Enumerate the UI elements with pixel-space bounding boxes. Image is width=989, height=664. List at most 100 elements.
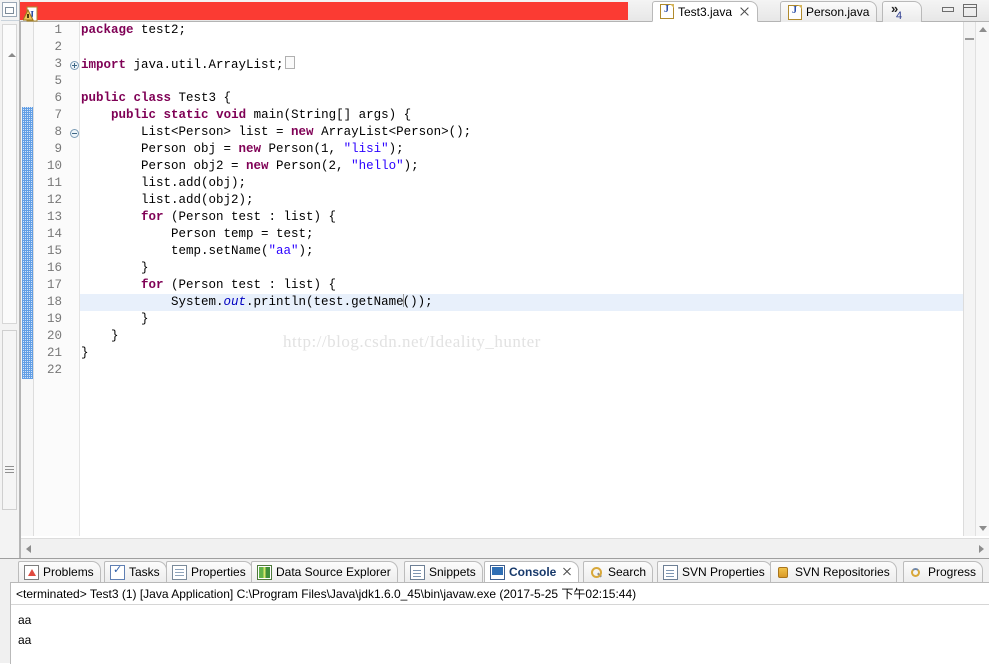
tab-console[interactable]: Console xyxy=(484,561,580,582)
collapsed-region-box[interactable] xyxy=(284,56,295,69)
line-number: 15 xyxy=(46,244,62,258)
editor-horizontal-scrollbar[interactable] xyxy=(21,538,989,558)
data-source-icon xyxy=(257,564,272,580)
line-number: 10 xyxy=(46,159,62,173)
text-cursor xyxy=(402,294,404,307)
code-line: List<Person> list = new ArrayList<Person… xyxy=(81,125,472,139)
editor-tab-strip: J Test3.java Person.java » 4 xyxy=(20,0,989,22)
source-editor[interactable]: 1 2 3 5 6 7 8 9 10 11 12 13 14 15 16 17 18 19 20 21 22 packa… xyxy=(20,22,989,558)
line-number: 18 xyxy=(46,295,62,309)
line-number: 3 xyxy=(54,57,62,71)
close-icon[interactable] xyxy=(562,567,572,577)
line-number: 13 xyxy=(46,210,62,224)
marker-annotation-column[interactable] xyxy=(21,22,34,536)
scroll-up-icon[interactable] xyxy=(8,53,16,57)
scroll-down-icon[interactable] xyxy=(979,526,987,531)
bottom-view-stack: Problems Tasks Properties Data Source Ex… xyxy=(0,558,989,664)
change-ruler-bar xyxy=(22,107,33,379)
line-number: 5 xyxy=(54,74,62,88)
console-divider xyxy=(11,604,989,605)
code-line: Person obj = new Person(1, "lisi"); xyxy=(81,142,404,156)
maximize-icon[interactable] xyxy=(963,4,977,17)
line-number: 7 xyxy=(54,108,62,122)
overview-ruler[interactable] xyxy=(963,22,975,536)
tab-label: Search xyxy=(608,565,647,579)
code-line: Person temp = test; xyxy=(81,227,314,241)
line-number: 8 xyxy=(54,125,62,139)
fold-expand-icon[interactable] xyxy=(70,61,79,70)
code-line: list.add(obj); xyxy=(81,176,247,190)
line-number: 11 xyxy=(46,176,62,190)
left-minimized-view-bar xyxy=(0,0,20,558)
line-number: 12 xyxy=(46,193,62,207)
svn-properties-icon xyxy=(663,564,678,580)
tab-progress[interactable]: Progress xyxy=(903,561,984,582)
folding-ruler[interactable] xyxy=(68,22,80,536)
tab-properties[interactable]: Properties xyxy=(166,561,253,582)
line-number: 2 xyxy=(54,40,62,54)
tab-label: Snippets xyxy=(429,565,476,579)
code-line: for (Person test : list) { xyxy=(141,278,337,292)
editor-area: J Test3.java Person.java » 4 xyxy=(20,0,989,558)
line-number: 16 xyxy=(46,261,62,275)
code-line: System.out.println(test.getName()); xyxy=(81,294,433,309)
code-line: import java.util.ArrayList; xyxy=(81,56,963,73)
code-content[interactable]: package test2; import java.util.ArrayLis… xyxy=(81,22,963,536)
tab-label: Tasks xyxy=(129,565,160,579)
console-output-line: aa xyxy=(18,633,32,647)
console-process-header: <terminated> Test3 (1) [Java Application… xyxy=(16,587,637,601)
tab-label: Console xyxy=(509,565,557,579)
editor-vertical-scrollbar[interactable] xyxy=(975,22,989,536)
svn-repositories-icon xyxy=(776,565,791,580)
tab-data-source-explorer[interactable]: Data Source Explorer xyxy=(251,561,398,582)
tab-svn-repositories[interactable]: SVN Repositories xyxy=(770,561,897,582)
code-line: package test2; xyxy=(81,23,187,37)
line-number: 14 xyxy=(46,227,62,241)
tab-search[interactable]: Search xyxy=(583,561,654,582)
line-number: 9 xyxy=(54,142,62,156)
overview-ruler-mark xyxy=(965,38,974,40)
properties-icon xyxy=(172,564,187,580)
left-bar-divider xyxy=(1,20,19,21)
console-view[interactable]: <terminated> Test3 (1) [Java Application… xyxy=(10,582,989,664)
tab-label: Data Source Explorer xyxy=(276,565,391,579)
java-file-icon xyxy=(660,4,674,19)
code-line: list.add(obj2); xyxy=(81,193,254,207)
left-bar-lower-panel xyxy=(2,330,17,510)
line-number: 6 xyxy=(54,91,62,105)
editor-tab-overflow-button[interactable]: » 4 xyxy=(882,1,922,22)
editor-tab-label: Test3.java xyxy=(678,4,733,19)
left-bar-scroll-track[interactable] xyxy=(2,24,17,324)
tab-svn-properties[interactable]: SVN Properties xyxy=(657,561,772,582)
tasks-icon xyxy=(110,563,125,580)
editor-tab-test3-java[interactable]: Test3.java xyxy=(652,1,759,22)
line-number: 21 xyxy=(46,346,62,360)
hidden-tab-count: 4 xyxy=(896,10,903,22)
window-controls xyxy=(939,2,985,18)
problems-icon xyxy=(24,564,39,580)
watermark-text: http://blog.csdn.net/Ideality_hunter xyxy=(283,332,541,351)
tab-snippets[interactable]: Snippets xyxy=(404,561,483,582)
editor-tab-person-java[interactable]: Person.java xyxy=(780,1,878,22)
code-line: for (Person test : list) { xyxy=(141,210,337,224)
scroll-left-icon[interactable] xyxy=(26,545,31,553)
resize-grip-icon[interactable] xyxy=(5,466,14,473)
code-line: } xyxy=(81,312,149,326)
scroll-right-icon[interactable] xyxy=(979,545,984,553)
close-icon[interactable] xyxy=(739,6,750,17)
line-number: 17 xyxy=(46,278,62,292)
tab-label: Progress xyxy=(928,565,977,579)
tab-problems[interactable]: Problems xyxy=(18,561,101,582)
restore-view-icon[interactable] xyxy=(2,2,17,17)
bottom-tab-strip: Problems Tasks Properties Data Source Ex… xyxy=(0,559,989,582)
scroll-up-icon[interactable] xyxy=(979,27,987,32)
editor-tab-redacted[interactable]: J xyxy=(20,2,628,22)
console-output-line: aa xyxy=(18,613,32,627)
code-line: } xyxy=(81,261,149,275)
code-line: public class Test3 { xyxy=(81,91,232,105)
tab-tasks[interactable]: Tasks xyxy=(104,561,167,582)
line-number: 19 xyxy=(46,312,62,326)
fold-collapse-icon[interactable] xyxy=(70,129,79,138)
minimize-icon[interactable] xyxy=(941,5,955,16)
